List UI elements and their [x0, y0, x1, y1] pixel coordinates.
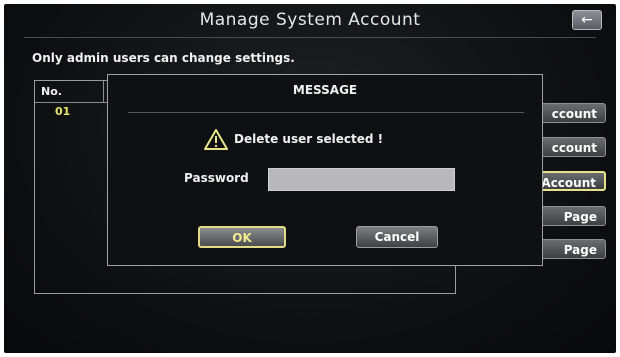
password-label: Password	[184, 171, 249, 185]
add-account-button[interactable]: ccount	[532, 103, 606, 123]
next-page-button[interactable]: Page	[532, 239, 606, 259]
arrow-left-icon: ←	[581, 12, 593, 28]
delete-account-button[interactable]: Account	[534, 171, 606, 191]
dialog-title: MESSAGE	[292, 83, 358, 97]
dialog-message-text: Delete user selected !	[234, 132, 384, 146]
permission-notice: Only admin users can change settings.	[32, 51, 295, 65]
dialog-message: Delete user selected !	[204, 127, 383, 151]
screen: Manage System Account ← Only admin users…	[4, 4, 616, 353]
previous-page-button[interactable]: Page	[532, 206, 606, 226]
page-title: Manage System Account	[199, 10, 421, 30]
table-row[interactable]: 01	[55, 105, 70, 118]
warning-icon	[204, 128, 228, 150]
ok-button[interactable]: OK	[198, 226, 286, 248]
edit-account-button[interactable]: ccount	[532, 137, 606, 157]
cancel-button[interactable]: Cancel	[356, 226, 438, 248]
message-dialog: MESSAGE Delete user selected ! Password …	[107, 74, 543, 266]
header-separator	[103, 81, 104, 102]
back-button[interactable]: ←	[572, 10, 602, 30]
column-header-no: No.	[41, 85, 62, 98]
password-field[interactable]	[268, 168, 455, 191]
dialog-divider	[128, 112, 524, 113]
title-divider	[24, 37, 596, 38]
